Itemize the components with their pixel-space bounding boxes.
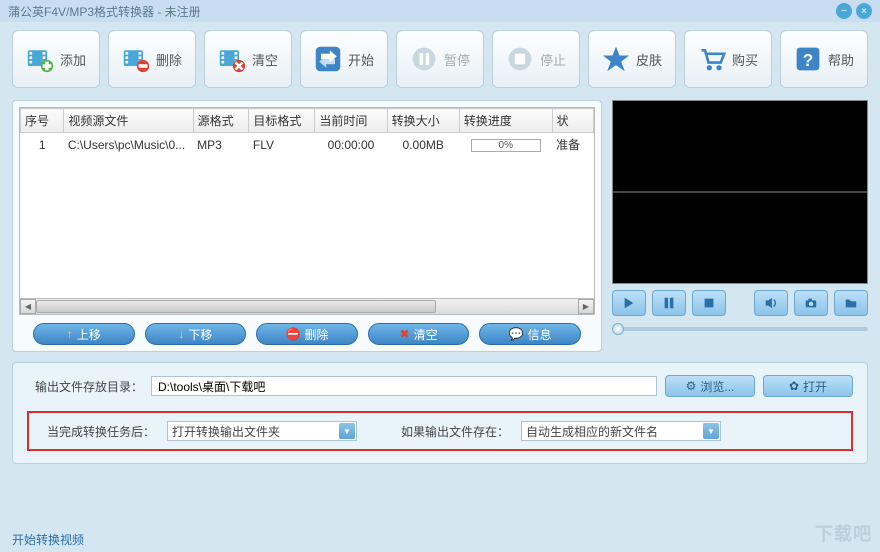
window-title: 蒲公英F4V/MP3格式转换器 - 未注册 xyxy=(8,3,201,20)
scroll-left-arrow[interactable]: ◀ xyxy=(20,299,36,314)
clear-button[interactable]: 清空 xyxy=(204,30,292,88)
convert-icon xyxy=(314,45,342,73)
after-action-select[interactable]: 打开转换输出文件夹 ▼ xyxy=(167,421,357,441)
exists-label: 如果输出文件存在： xyxy=(401,423,509,440)
folder-button[interactable] xyxy=(834,290,868,316)
output-settings-panel: 输出文件存放目录： ⚙浏览... ✿打开 当完成转换任务后： 打开转换输出文件夹… xyxy=(12,362,868,464)
preview-panel xyxy=(612,100,868,284)
title-bar: 蒲公英F4V/MP3格式转换器 - 未注册 − × xyxy=(0,0,880,22)
film-clear-icon xyxy=(218,45,246,73)
watermark: 下载吧 xyxy=(815,520,872,546)
move-up-button[interactable]: ↑上移 xyxy=(33,323,135,345)
scroll-right-arrow[interactable]: ▶ xyxy=(578,299,594,314)
help-icon: ? xyxy=(794,45,822,73)
start-button[interactable]: 开始 xyxy=(300,30,388,88)
add-button[interactable]: 添加 xyxy=(12,30,100,88)
skin-button[interactable]: 皮肤 xyxy=(588,30,676,88)
row-delete-button[interactable]: ⛔删除 xyxy=(256,323,358,345)
pause-icon xyxy=(410,45,438,73)
col-tgtfmt[interactable]: 目标格式 xyxy=(249,109,315,133)
file-table[interactable]: 序号 视频源文件 源格式 目标格式 当前时间 转换大小 转换进度 状 1 C:\… xyxy=(19,107,595,315)
open-folder-button[interactable]: ✿打开 xyxy=(763,375,853,397)
close-button[interactable]: × xyxy=(856,3,872,19)
col-source[interactable]: 视频源文件 xyxy=(64,109,193,133)
after-label: 当完成转换任务后： xyxy=(39,423,155,440)
stop-icon xyxy=(506,45,534,73)
preview-lower xyxy=(613,193,867,283)
player-pause-button[interactable] xyxy=(652,290,686,316)
playback-controls xyxy=(612,290,868,316)
gear-icon: ⚙ xyxy=(686,379,697,393)
table-header-row: 序号 视频源文件 源格式 目标格式 当前时间 转换大小 转换进度 状 xyxy=(21,109,594,133)
exists-action-select[interactable]: 自动生成相应的新文件名 ▼ xyxy=(521,421,721,441)
help-button[interactable]: ? 帮助 xyxy=(780,30,868,88)
output-dir-input[interactable] xyxy=(151,376,657,396)
info-button[interactable]: 💬信息 xyxy=(479,323,581,345)
film-delete-icon xyxy=(122,45,150,73)
col-time[interactable]: 当前时间 xyxy=(315,109,387,133)
slider-knob[interactable] xyxy=(612,323,624,335)
progress-bar: 0% xyxy=(471,139,541,152)
preview-upper xyxy=(613,101,867,193)
buy-button[interactable]: 购买 xyxy=(684,30,772,88)
move-down-button[interactable]: ↓下移 xyxy=(145,323,247,345)
scroll-thumb[interactable] xyxy=(36,300,436,313)
seek-slider[interactable] xyxy=(612,322,868,336)
post-action-box: 当完成转换任务后： 打开转换输出文件夹 ▼ 如果输出文件存在： 自动生成相应的新… xyxy=(27,411,853,451)
stop-button[interactable]: 停止 xyxy=(492,30,580,88)
chevron-down-icon: ▼ xyxy=(703,423,719,439)
play-button[interactable] xyxy=(612,290,646,316)
film-add-icon xyxy=(26,45,54,73)
delete-button[interactable]: 删除 xyxy=(108,30,196,88)
start-convert-link[interactable]: 开始转换视频 xyxy=(12,531,84,548)
main-toolbar: 添加 删除 清空 开始 暂停 停止 皮肤 购买 ? 帮助 xyxy=(0,22,880,94)
reel-icon: ✿ xyxy=(789,379,799,393)
col-srcfmt[interactable]: 源格式 xyxy=(193,109,249,133)
table-row[interactable]: 1 C:\Users\pc\Music\0... MP3 FLV 00:00:0… xyxy=(21,133,594,157)
chevron-down-icon: ▼ xyxy=(339,423,355,439)
col-size[interactable]: 转换大小 xyxy=(387,109,459,133)
pause-button[interactable]: 暂停 xyxy=(396,30,484,88)
snapshot-button[interactable] xyxy=(794,290,828,316)
volume-button[interactable] xyxy=(754,290,788,316)
browse-button[interactable]: ⚙浏览... xyxy=(665,375,755,397)
star-icon xyxy=(602,45,630,73)
output-dir-label: 输出文件存放目录： xyxy=(27,378,143,395)
minimize-button[interactable]: − xyxy=(836,3,852,19)
col-status[interactable]: 状 xyxy=(552,109,593,133)
row-clear-button[interactable]: ✖清空 xyxy=(368,323,470,345)
horizontal-scrollbar[interactable]: ◀ ▶ xyxy=(20,298,594,314)
svg-text:?: ? xyxy=(803,50,814,70)
player-stop-button[interactable] xyxy=(692,290,726,316)
col-index[interactable]: 序号 xyxy=(21,109,64,133)
file-list-panel: 序号 视频源文件 源格式 目标格式 当前时间 转换大小 转换进度 状 1 C:\… xyxy=(12,100,602,352)
col-progress[interactable]: 转换进度 xyxy=(459,109,552,133)
cart-icon xyxy=(698,45,726,73)
